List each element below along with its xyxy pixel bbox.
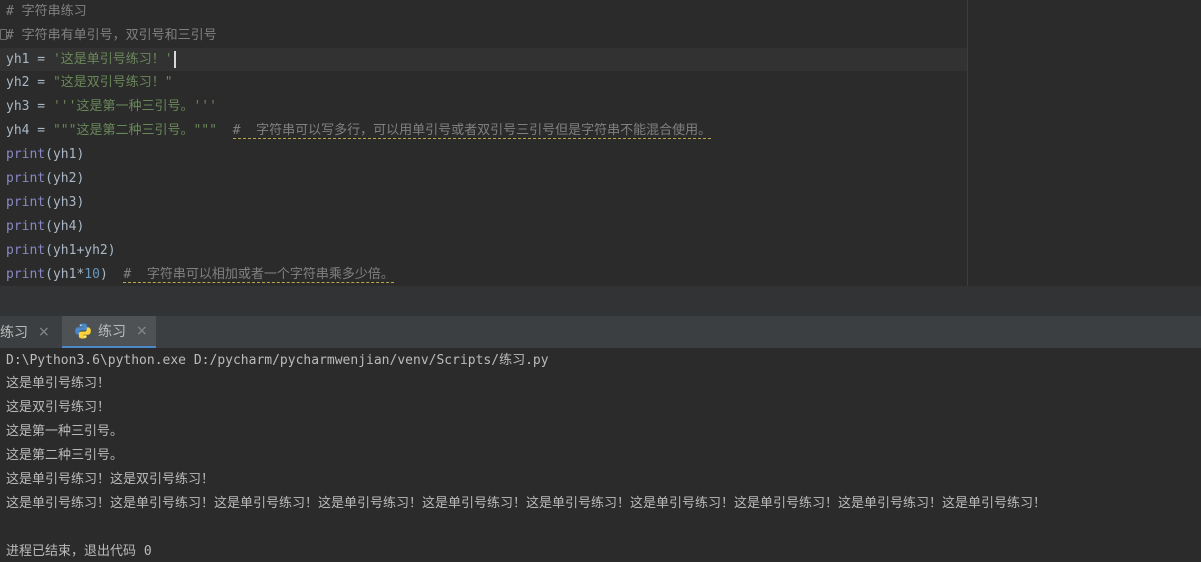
console-command-line: D:\Python3.6\python.exe D:/pycharm/pycha… <box>6 353 549 368</box>
code-token: """这是第二种三引号。""" <box>52 123 217 138</box>
code-token: '''这是第一种三引号。''' <box>52 99 217 114</box>
console-line: 这是第一种三引号。 <box>6 424 124 439</box>
code-line[interactable]: print(yh1) <box>6 143 84 166</box>
run-tab-bar: 练习 × 练习 × <box>0 316 1201 349</box>
code-line[interactable]: print(yh4) <box>6 215 84 238</box>
console-line: 进程已结束，退出代码 0 <box>6 544 152 559</box>
right-margin-guide <box>967 0 968 286</box>
code-token: # 字符串有单引号，双引号和三引号 <box>6 28 217 43</box>
code-token: ) <box>99 267 124 282</box>
code-line[interactable]: yh2 = "这是双引号练习！" <box>6 71 173 94</box>
close-icon[interactable]: × <box>136 323 148 339</box>
code-token: yh4 = <box>6 123 53 138</box>
run-tab-active[interactable]: 练习 × <box>62 316 156 348</box>
code-token: (yh1* <box>45 267 85 282</box>
code-line[interactable]: # 字符串练习 <box>6 0 87 23</box>
code-editor[interactable]: # 字符串练习 # 字符串有单引号，双引号和三引号 yh1 = '这是单引号练习！'… <box>0 0 1201 286</box>
code-line[interactable]: print(yh2) <box>6 167 84 190</box>
code-line[interactable]: yh3 = '''这是第一种三引号。''' <box>6 95 217 118</box>
run-tab[interactable]: 练习 × <box>0 316 60 348</box>
code-token: 10 <box>84 267 100 282</box>
code-token: yh2 = <box>6 75 53 90</box>
code-token: print <box>6 147 46 162</box>
code-token: yh3 = <box>6 99 53 114</box>
code-token: (yh1) <box>45 147 85 162</box>
close-icon[interactable]: × <box>38 324 50 340</box>
python-icon <box>75 323 91 339</box>
run-tab-label: 练习 <box>98 324 126 340</box>
code-line[interactable]: yh1 = '这是单引号练习！' <box>0 48 967 71</box>
code-token: print <box>6 195 46 210</box>
code-line[interactable]: print(yh1+yh2) <box>6 239 116 262</box>
code-token: print <box>6 243 46 258</box>
code-line[interactable]: print(yh3) <box>6 191 84 214</box>
code-token: (yh4) <box>45 219 85 234</box>
code-line[interactable]: yh4 = """这是第二种三引号。""" # 字符串可以写多行，可以用单引号或… <box>6 119 712 142</box>
console-line: 这是第二种三引号。 <box>6 448 124 463</box>
code-token: print <box>6 171 46 186</box>
run-tab-label: 练习 <box>0 325 28 341</box>
code-token: print <box>6 267 46 282</box>
console-line: 这是双引号练习！ <box>6 400 111 415</box>
text-caret <box>173 51 176 68</box>
code-token: # 字符串可以写多行，可以用单引号或者双引号三引号但是字符串不能混合使用。 <box>232 123 712 139</box>
splitter[interactable] <box>0 286 1201 316</box>
code-line[interactable]: print(yh1*10) # 字符串可以相加或者一个字符串乘多少倍。 <box>6 263 394 286</box>
console-line: 这是单引号练习！ <box>6 376 111 391</box>
code-token: # 字符串可以相加或者一个字符串乘多少倍。 <box>123 267 394 283</box>
console-line: 这是单引号练习！这是双引号练习！ <box>6 472 215 487</box>
code-token: (yh3) <box>45 195 85 210</box>
code-token: yh1 = <box>6 52 53 67</box>
console-line: 这是单引号练习！这是单引号练习！这是单引号练习！这是单引号练习！这是单引号练习！… <box>6 496 1047 511</box>
code-token: '这是单引号练习！' <box>52 52 173 67</box>
code-token: "这是双引号练习！" <box>52 75 173 90</box>
code-token: # 字符串练习 <box>6 4 87 19</box>
run-console[interactable]: D:\Python3.6\python.exe D:/pycharm/pycha… <box>0 349 1201 562</box>
code-token: (yh2) <box>45 171 85 186</box>
code-token: (yh1+yh2) <box>45 243 116 258</box>
code-token: print <box>6 219 46 234</box>
code-line[interactable]: # 字符串有单引号，双引号和三引号 <box>6 24 217 47</box>
